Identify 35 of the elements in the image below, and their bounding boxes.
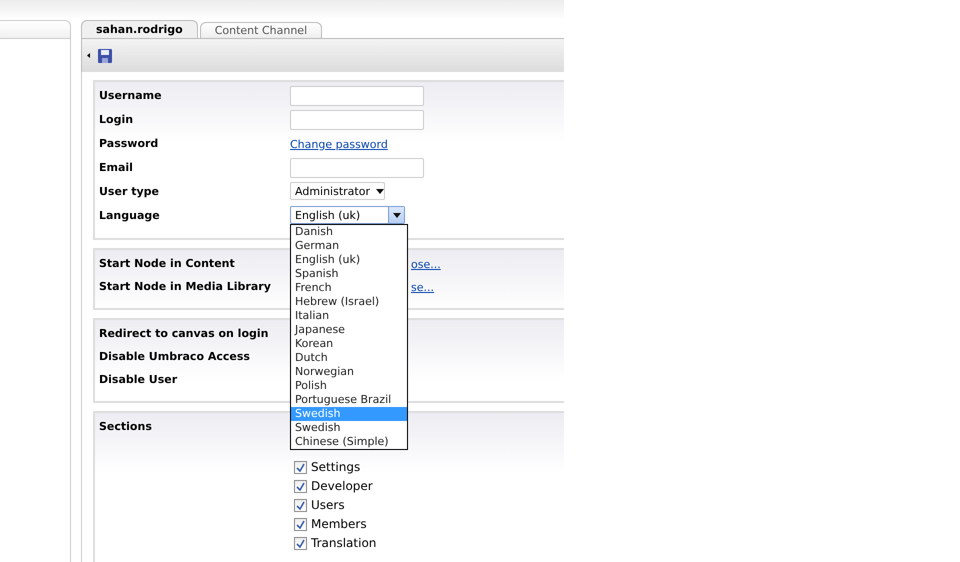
checkbox[interactable]: [294, 536, 307, 550]
field-label: Disable User: [99, 372, 178, 386]
field-label: Start Node in Media Library: [99, 279, 272, 293]
save-icon[interactable]: [98, 48, 112, 62]
caret-icon: [376, 188, 384, 194]
checkbox[interactable]: [294, 518, 307, 530]
field-label: Start Node in Content: [99, 256, 236, 270]
text-input-field[interactable]: [290, 158, 424, 178]
field-label: Language: [99, 208, 161, 222]
checkbox[interactable]: [294, 460, 307, 474]
checkbox-label[interactable]: Translation: [294, 535, 564, 551]
checkbox-label[interactable]: Members: [294, 516, 564, 532]
tab[interactable]: sahan.rodrigo: [81, 20, 198, 38]
checkbox-label[interactable]: Developer: [294, 478, 564, 494]
caret-icon: [392, 212, 400, 218]
checkbox[interactable]: [294, 498, 307, 512]
change-password-link[interactable]: Change password: [290, 134, 388, 151]
tab[interactable]: Content Channel: [200, 22, 322, 38]
field-label: Disable Umbraco Access: [99, 349, 251, 363]
checkbox-label[interactable]: Users: [294, 497, 564, 513]
choose-link[interactable]: ose...: [411, 254, 441, 271]
checkbox[interactable]: [294, 480, 307, 492]
field-label: Sections: [99, 419, 153, 433]
checkbox-label[interactable]: Settings: [294, 459, 564, 475]
text-input-field[interactable]: [290, 110, 424, 130]
left-arrow-icon[interactable]: [87, 53, 90, 58]
field-label: Password: [99, 136, 160, 150]
field-label: Login: [99, 112, 134, 126]
field-label: Redirect to canvas on login: [99, 326, 270, 340]
choose-link[interactable]: se...: [411, 277, 434, 294]
dropdown-select[interactable]: Administrator: [290, 182, 385, 200]
field-label: Username: [99, 88, 163, 102]
text-input-field[interactable]: [290, 86, 424, 106]
field-label: Email: [99, 160, 134, 174]
field-label: User type: [99, 184, 160, 198]
